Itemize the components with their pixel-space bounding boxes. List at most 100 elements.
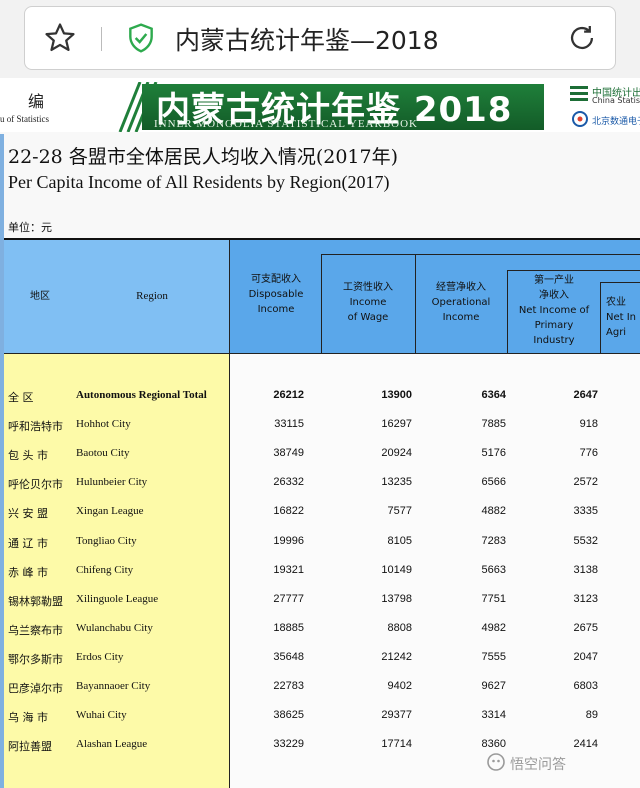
- col-divider: [507, 270, 508, 354]
- region-cn: 全 区: [8, 391, 34, 404]
- region-cn: 巴彦淖尔市: [8, 682, 63, 695]
- value-disposable: 19321: [273, 563, 304, 576]
- region-en: Bayannaoer City: [76, 680, 151, 692]
- table-row: 包 头 市 Baotou City 38749 20924 5176 776: [0, 440, 640, 469]
- value-operational: 8360: [481, 738, 506, 751]
- value-disposable: 26332: [273, 476, 304, 489]
- value-wage: 13798: [381, 592, 412, 605]
- header-agri: 农业 Net In Agri: [606, 297, 637, 338]
- publisher-en: China Statistics: [592, 96, 640, 105]
- table-row: 巴彦淖尔市 Bayannaoer City 22783 9402 9627 6803: [0, 673, 640, 702]
- value-disposable: 27777: [273, 592, 304, 605]
- value-wage: 29377: [381, 709, 412, 722]
- value-primary: 2414: [573, 738, 598, 751]
- value-disposable: 38625: [273, 709, 304, 722]
- header-operational: 经营净收入 Operational Income: [431, 282, 491, 323]
- value-wage: 17714: [381, 738, 412, 751]
- header-region-en: Region: [136, 290, 168, 302]
- value-operational: 7885: [481, 418, 506, 431]
- header-wage: 工资性收入 Income of Wage: [343, 282, 393, 323]
- value-operational: 4982: [481, 621, 506, 634]
- value-primary: 918: [579, 418, 598, 431]
- value-operational: 6364: [481, 389, 506, 401]
- value-disposable: 38749: [273, 447, 304, 460]
- value-disposable: 16822: [273, 505, 304, 518]
- unit-label: 单位：元: [8, 221, 52, 234]
- wukong-logo-icon: [487, 753, 505, 771]
- value-disposable: 33229: [273, 738, 304, 751]
- region-cn: 锡林郭勒盟: [8, 594, 63, 608]
- col-divider: [321, 254, 322, 354]
- header-region-cn: 地区: [30, 291, 50, 302]
- value-wage: 21242: [381, 650, 412, 663]
- header-disposable: 可支配收入 Disposable Income: [248, 274, 304, 315]
- region-en: Wuhai City: [76, 709, 127, 722]
- value-operational: 4882: [481, 505, 506, 518]
- reload-icon[interactable]: [565, 21, 599, 55]
- value-primary: 2647: [573, 389, 598, 401]
- region-en: Chifeng City: [76, 563, 134, 576]
- value-operational: 3314: [481, 709, 506, 722]
- table-row: 鄂尔多斯市 Erdos City 35648 21242 7555 2047: [0, 644, 640, 673]
- region-cn: 鄂尔多斯市: [8, 652, 63, 666]
- col-divider: [600, 282, 601, 354]
- banner-left-en: u of Statistics: [0, 114, 49, 124]
- value-primary: 3138: [573, 563, 598, 576]
- value-wage: 16297: [381, 418, 412, 431]
- header-divider: [321, 254, 640, 255]
- banner-left-char: 编: [28, 92, 45, 111]
- value-disposable: 18885: [273, 621, 304, 634]
- address-bar[interactable]: 内蒙古统计年鉴—2018: [24, 6, 616, 70]
- value-wage: 8808: [387, 621, 412, 634]
- value-primary: 3335: [573, 505, 598, 518]
- page-title[interactable]: 内蒙古统计年鉴—2018: [175, 21, 439, 57]
- table-title-en: Per Capita Income of All Residents by Re…: [8, 172, 390, 192]
- region-en: Wulanchabu City: [76, 621, 153, 634]
- value-primary: 3123: [573, 592, 598, 605]
- value-primary: 2572: [573, 476, 598, 489]
- value-wage: 9402: [387, 680, 412, 692]
- publisher2-cn: 北京数通电子: [592, 117, 640, 127]
- region-en: Xingan League: [76, 505, 144, 518]
- region-cn: 阿拉善盟: [8, 740, 52, 754]
- value-wage: 13235: [381, 476, 412, 489]
- region-en: Autonomous Regional Total: [76, 389, 207, 401]
- value-primary: 5532: [573, 534, 598, 547]
- table-row: 全 区 Autonomous Regional Total 26212 13900 63…: [0, 382, 640, 411]
- value-disposable: 26212: [273, 389, 304, 401]
- value-primary: 2047: [573, 650, 598, 663]
- header-divider: [600, 282, 640, 283]
- value-wage: 13900: [381, 389, 412, 401]
- value-wage: 7577: [387, 505, 412, 518]
- separator: [101, 27, 102, 51]
- table-row: 锡林郭勒盟 Xilinguole League 27777 13798 7751 3123: [0, 586, 640, 615]
- value-wage: 20924: [381, 447, 412, 460]
- region-cn: 乌 海 市: [8, 711, 48, 725]
- table-title-cn: 22-28 各盟市全体居民人均收入情况(2017年): [8, 146, 398, 168]
- table-row: 乌 海 市 Wuhai City 38625 29377 3314 89: [0, 702, 640, 731]
- region-en: Hulunbeier City: [76, 476, 148, 489]
- value-wage: 8105: [387, 534, 412, 547]
- region-cn: 兴 安 盟: [8, 507, 48, 521]
- value-disposable: 33115: [274, 418, 304, 431]
- table-row: 赤 峰 市 Chifeng City 19321 10149 5663 3138: [0, 557, 640, 586]
- star-icon[interactable]: [43, 21, 77, 55]
- yearbook-banner: 编 u of Statistics 内蒙古统计年鉴 2018 INNER MON…: [0, 82, 640, 132]
- value-operational: 5663: [481, 563, 506, 576]
- value-primary: 6803: [573, 680, 598, 692]
- value-disposable: 35648: [273, 650, 304, 663]
- table-row: 兴 安 盟 Xingan League 16822 7577 4882 3335: [0, 498, 640, 527]
- region-cn: 呼伦贝尔市: [8, 478, 63, 492]
- region-en: Erdos City: [76, 650, 124, 663]
- banner-subtitle: INNER MONGOLIA STATISTICAL YEARBOOK: [154, 118, 418, 130]
- value-primary: 2675: [573, 621, 598, 634]
- value-operational: 7751: [481, 592, 506, 605]
- value-disposable: 22783: [273, 680, 304, 692]
- value-primary: 89: [585, 709, 598, 722]
- publisher-logos: 中国统计出 China Statistics 北京数通电子: [548, 82, 640, 132]
- shield-check-icon[interactable]: [125, 21, 157, 55]
- value-operational: 6566: [481, 476, 506, 489]
- beijing-shutong-logo-icon: [572, 111, 588, 127]
- value-operational: 9627: [481, 680, 506, 692]
- table-row: 乌兰察布市 Wulanchabu City 18885 8808 4982 2675: [0, 615, 640, 644]
